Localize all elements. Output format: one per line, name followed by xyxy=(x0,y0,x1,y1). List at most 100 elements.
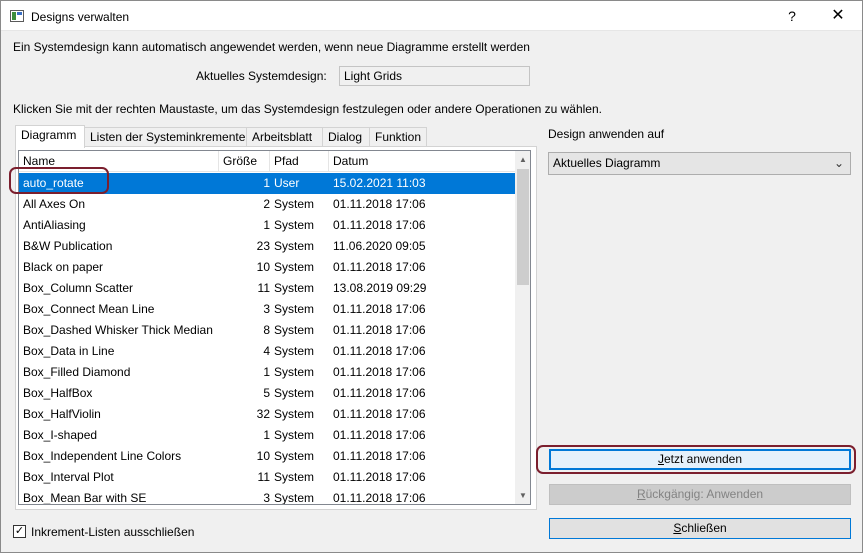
cell-size: 1 xyxy=(263,365,270,379)
theme-list[interactable]: Name Größe Pfad Datum auto_rotate 1 User 15… xyxy=(18,150,531,505)
current-system-field: Light Grids xyxy=(339,66,530,86)
cell-path: System xyxy=(274,449,315,463)
table-row[interactable]: Box_Data in Line 4 System 01.11.2018 17:06 xyxy=(19,341,515,362)
cell-path: System xyxy=(274,302,315,316)
cell-name: Box_HalfBox xyxy=(23,386,93,400)
cell-date: 01.11.2018 17:06 xyxy=(333,428,426,442)
cell-date: 01.11.2018 17:06 xyxy=(333,218,426,232)
cell-name: Box_HalfViolin xyxy=(23,407,101,421)
cell-size: 11 xyxy=(257,281,270,295)
cell-date: 01.11.2018 17:06 xyxy=(333,302,426,316)
table-row[interactable]: Black on paper 10 System 01.11.2018 17:06 xyxy=(19,257,515,278)
cell-size: 32 xyxy=(256,407,270,421)
cell-name: Box_Connect Mean Line xyxy=(23,302,155,316)
scroll-thumb[interactable] xyxy=(517,169,529,285)
cell-date: 01.11.2018 17:06 xyxy=(333,470,426,484)
scroll-up-icon[interactable]: ▲ xyxy=(515,151,530,168)
cell-name: B&W Publication xyxy=(23,239,113,253)
tab-arbeitsblatt[interactable]: Arbeitsblatt xyxy=(246,127,323,147)
apply-now-button[interactable]: Jetzt anwenden xyxy=(549,449,851,470)
column-header-name[interactable]: Name xyxy=(19,151,219,172)
cell-size: 2 xyxy=(263,197,270,211)
tab-dialog[interactable]: Dialog xyxy=(322,127,370,147)
cell-date: 01.11.2018 17:06 xyxy=(333,344,426,358)
cell-date: 01.11.2018 17:06 xyxy=(333,386,426,400)
cell-size: 1 xyxy=(263,428,270,442)
column-header-date[interactable]: Datum xyxy=(329,151,515,172)
close-button[interactable]: Schließen xyxy=(549,518,851,539)
cell-date: 13.08.2019 09:29 xyxy=(333,281,427,295)
cell-size: 8 xyxy=(263,323,270,337)
app-window-icon xyxy=(10,10,24,22)
cell-path: System xyxy=(274,323,315,337)
table-row[interactable]: Box_Mean Bar with SE 3 System 01.11.2018 17… xyxy=(19,488,515,505)
cell-date: 01.11.2018 17:06 xyxy=(333,260,426,274)
title-bar: Designs verwalten ? ✕ xyxy=(1,1,862,31)
cell-path: System xyxy=(274,491,315,505)
cell-date: 01.11.2018 17:06 xyxy=(333,449,426,463)
cell-name: AntiAliasing xyxy=(23,218,86,232)
cell-size: 3 xyxy=(263,302,270,316)
table-row[interactable]: Box_Interval Plot 11 System 01.11.2018 17:0… xyxy=(19,467,515,488)
scroll-down-icon[interactable]: ▼ xyxy=(515,487,530,504)
cell-name: Box_I-shaped xyxy=(23,428,98,442)
close-label: chließen xyxy=(681,521,727,535)
chevron-down-icon: ⌄ xyxy=(833,156,844,170)
table-row[interactable]: auto_rotate 1 User 15.02.2021 11:03 xyxy=(19,173,515,194)
cell-path: System xyxy=(274,260,315,274)
table-row[interactable]: Box_Dashed Whisker Thick Median 8 System 01… xyxy=(19,320,515,341)
instruction-text: Klicken Sie mit der rechten Maustaste, u… xyxy=(13,102,602,116)
cell-path: System xyxy=(274,365,315,379)
cell-path: System xyxy=(274,344,315,358)
window-title: Designs verwalten xyxy=(31,10,130,24)
column-header-size[interactable]: Größe xyxy=(219,151,270,172)
table-row[interactable]: Box_Independent Line Colors 10 System 01.11… xyxy=(19,446,515,467)
help-button[interactable]: ? xyxy=(769,1,815,31)
apply-to-select[interactable]: Aktuelles Diagramm ⌄ xyxy=(548,152,851,175)
cell-date: 01.11.2018 17:06 xyxy=(333,407,426,421)
apply-to-label: Design anwenden auf xyxy=(548,127,665,141)
exclude-lists-checkbox[interactable]: ✓ xyxy=(13,525,26,538)
cell-path: User xyxy=(274,176,300,190)
exclude-lists-label: Inkrement-Listen ausschließen xyxy=(31,525,195,539)
tab-diagramm[interactable]: Diagramm xyxy=(15,125,85,148)
cell-name: Box_Dashed Whisker Thick Median xyxy=(23,323,213,337)
cell-date: 15.02.2021 11:03 xyxy=(333,176,426,190)
table-row[interactable]: B&W Publication 23 System 11.06.2020 09:05 xyxy=(19,236,515,257)
undo-apply-button[interactable]: Rückgängig: Anwenden xyxy=(549,484,851,505)
current-system-label: Aktuelles Systemdesign: xyxy=(196,69,327,83)
cell-name: Box_Interval Plot xyxy=(23,470,114,484)
cell-path: System xyxy=(274,428,315,442)
intro-text: Ein Systemdesign kann automatisch angewe… xyxy=(13,40,530,54)
tab-funktion[interactable]: Funktion xyxy=(369,127,427,147)
table-row[interactable]: Box_HalfViolin 32 System 01.11.2018 17:06 xyxy=(19,404,515,425)
cell-size: 11 xyxy=(257,470,270,484)
column-header-path[interactable]: Pfad xyxy=(270,151,329,172)
cell-name: Box_Data in Line xyxy=(23,344,115,358)
cell-name: Box_Filled Diamond xyxy=(23,365,131,379)
table-row[interactable]: AntiAliasing 1 System 01.11.2018 17:06 xyxy=(19,215,515,236)
apply-label: etzt anwenden xyxy=(663,452,743,466)
table-row[interactable]: Box_HalfBox 5 System 01.11.2018 17:06 xyxy=(19,383,515,404)
tab-systeminkremente[interactable]: Listen der Systeminkremente xyxy=(84,127,247,147)
table-row[interactable]: Box_Filled Diamond 1 System 01.11.2018 17:0… xyxy=(19,362,515,383)
list-body: auto_rotate 1 User 15.02.2021 11:03 All Axes… xyxy=(19,173,515,505)
cell-path: System xyxy=(274,407,315,421)
cell-size: 1 xyxy=(263,218,270,232)
cell-size: 23 xyxy=(256,239,270,253)
table-row[interactable]: Box_Connect Mean Line 3 System 01.11.2018 1… xyxy=(19,299,515,320)
cell-name: auto_rotate xyxy=(23,176,84,190)
table-row[interactable]: Box_Column Scatter 11 System 13.08.2019 09:… xyxy=(19,278,515,299)
cell-path: System xyxy=(274,386,315,400)
cell-size: 3 xyxy=(263,491,270,505)
vertical-scrollbar[interactable]: ▲ ▼ xyxy=(515,151,530,504)
cell-date: 11.06.2020 09:05 xyxy=(333,239,426,253)
cell-date: 01.11.2018 17:06 xyxy=(333,491,426,505)
cell-name: Box_Mean Bar with SE xyxy=(23,491,147,505)
cell-path: System xyxy=(274,470,315,484)
undo-mnemonic: R xyxy=(636,487,646,501)
table-row[interactable]: All Axes On 2 System 01.11.2018 17:06 xyxy=(19,194,515,215)
cell-name: All Axes On xyxy=(23,197,86,211)
table-row[interactable]: Box_I-shaped 1 System 01.11.2018 17:06 xyxy=(19,425,515,446)
close-window-button[interactable]: ✕ xyxy=(815,1,861,31)
